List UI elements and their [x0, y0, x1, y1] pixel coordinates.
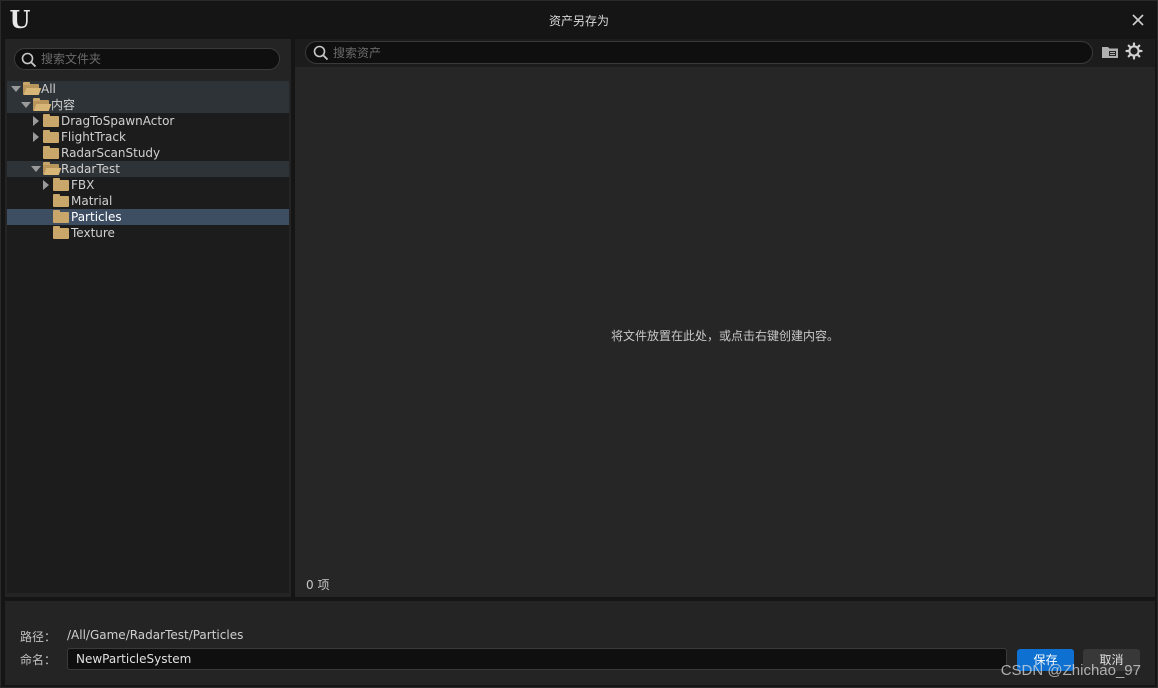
folder-panel: All 内容 DragToSpawnActor FlightTrack Rada…	[5, 39, 291, 597]
tree-item-all[interactable]: All	[7, 81, 289, 97]
tree-item-content[interactable]: 内容	[7, 97, 289, 113]
gear-icon	[1125, 42, 1143, 60]
tree-item-label: Particles	[71, 210, 122, 224]
folder-open-icon	[43, 162, 59, 175]
expand-arrow-icon[interactable]	[21, 102, 31, 108]
collapse-arrow-icon[interactable]	[33, 116, 39, 126]
folder-toggle-icon	[1102, 47, 1118, 58]
search-icon	[21, 52, 37, 68]
item-count: 0 项	[306, 578, 330, 592]
folder-search-input[interactable]	[41, 49, 271, 69]
tree-item-texture[interactable]: Texture	[7, 225, 289, 241]
tree-item-label: Matrial	[71, 194, 113, 208]
folder-search-box[interactable]	[14, 48, 280, 70]
tree-item-label: 内容	[51, 98, 76, 112]
tree-item-label: All	[41, 82, 56, 96]
tree-item-flighttrack[interactable]: FlightTrack	[7, 129, 289, 145]
folder-tree: All 内容 DragToSpawnActor FlightTrack Rada…	[7, 81, 289, 593]
view-settings-button[interactable]	[1125, 42, 1143, 60]
path-value: /All/Game/RadarTest/Particles	[67, 628, 244, 642]
folder-icon	[43, 114, 59, 127]
folder-icon	[53, 178, 69, 191]
asset-search-box[interactable]	[305, 41, 1093, 64]
tree-item-radartest[interactable]: RadarTest	[7, 161, 289, 177]
folder-open-icon	[33, 98, 49, 111]
tree-item-label: FlightTrack	[61, 130, 126, 144]
title-bar[interactable]: U 资产另存为	[1, 1, 1157, 39]
save-footer: 路径： /All/Game/RadarTest/Particles 命名： 保存…	[5, 601, 1155, 685]
collapse-arrow-icon[interactable]	[33, 132, 39, 142]
tree-item-dragtospawnactor[interactable]: DragToSpawnActor	[7, 113, 289, 129]
tree-item-label: DragToSpawnActor	[61, 114, 175, 128]
collapse-arrow-icon[interactable]	[43, 180, 49, 190]
name-label: 命名：	[20, 653, 57, 667]
folder-icon	[53, 210, 69, 223]
save-asset-dialog: U 资产另存为 All 内容	[0, 0, 1158, 688]
tree-item-matrial[interactable]: Matrial	[7, 193, 289, 209]
tree-item-label: RadarTest	[61, 162, 120, 176]
close-icon	[1132, 14, 1144, 26]
folder-icon	[53, 226, 69, 239]
watermark: CSDN @Zhichao_97	[1000, 662, 1141, 679]
tree-item-label: FBX	[71, 178, 95, 192]
path-label: 路径：	[20, 630, 57, 644]
folder-icon	[43, 146, 59, 159]
folder-toggle-button[interactable]	[1101, 44, 1119, 60]
empty-folder-message: 将文件放置在此处，或点击右键创建内容。	[610, 329, 839, 343]
tree-item-label: RadarScanStudy	[61, 146, 161, 160]
folder-open-icon	[23, 82, 39, 95]
dialog-title: 资产另存为	[548, 14, 609, 28]
asset-search-input[interactable]	[333, 42, 1073, 63]
folder-icon	[43, 130, 59, 143]
asset-toolbar	[295, 39, 1155, 67]
folder-icon	[53, 194, 69, 207]
asset-panel: 将文件放置在此处，或点击右键创建内容。 0 项	[295, 39, 1155, 597]
tree-item-particles[interactable]: Particles	[7, 209, 289, 225]
expand-arrow-icon[interactable]	[11, 86, 21, 92]
close-button[interactable]	[1129, 11, 1147, 29]
tree-item-fbx[interactable]: FBX	[7, 177, 289, 193]
tree-item-radarscanstudy[interactable]: RadarScanStudy	[7, 145, 289, 161]
asset-name-input[interactable]	[67, 648, 1007, 670]
search-icon	[313, 45, 329, 61]
tree-item-label: Texture	[71, 226, 115, 240]
expand-arrow-icon[interactable]	[31, 166, 41, 172]
